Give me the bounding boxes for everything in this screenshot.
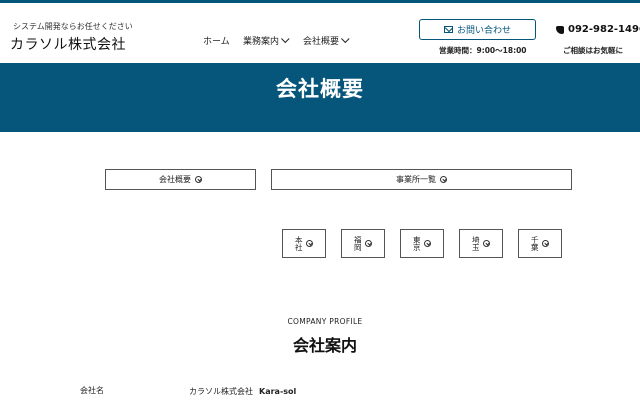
business-hours: 営業時間：9:00〜18:00 — [439, 46, 527, 55]
section-title: 会社案内 — [292, 336, 357, 355]
profile-row-label: 会社名 — [80, 386, 104, 395]
circle-arrow-down-icon — [483, 240, 491, 247]
tab-label: 会社概要 — [159, 175, 191, 184]
circle-arrow-down-icon — [440, 176, 447, 183]
office-button-fukuoka[interactable]: 福岡 — [341, 229, 385, 258]
logo-tagline: システム開発ならお任せください — [13, 22, 133, 31]
circle-arrow-down-icon — [424, 240, 432, 247]
site-header: システム開発ならお任せください カラソル株式会社 ホーム 業務案内 会社概要 お… — [0, 3, 640, 63]
phone-number-text: 092-982-1496 — [568, 24, 640, 35]
site-logo[interactable]: カラソル株式会社 — [10, 34, 126, 54]
office-button-saitama[interactable]: 埼玉 — [459, 229, 503, 258]
contact-button[interactable]: お問い合わせ — [419, 19, 536, 40]
office-label: 東京 — [412, 236, 422, 251]
office-label: 埼玉 — [471, 236, 481, 251]
circle-arrow-down-icon — [195, 176, 202, 183]
nav-item-home[interactable]: ホーム — [203, 34, 230, 47]
company-name-en: Kara-sol — [259, 387, 297, 396]
nav-item-label: ホーム — [203, 37, 230, 47]
section-eyebrow: COMPANY PROFILE — [287, 317, 363, 326]
circle-arrow-down-icon — [365, 240, 373, 247]
consult-note: ご相談はお気軽に — [563, 46, 623, 55]
office-label: 本社 — [294, 236, 304, 251]
circle-arrow-down-icon — [542, 240, 550, 247]
office-label: 千葉 — [530, 236, 540, 251]
tab-office-list[interactable]: 事業所一覧 — [271, 169, 572, 190]
page-title: 会社概要 — [276, 77, 364, 101]
nav-item-label: 会社概要 — [303, 37, 340, 47]
company-name-ja: カラソル株式会社 — [189, 387, 253, 396]
phone-number[interactable]: 092-982-1496 — [556, 24, 640, 35]
office-button-chiba[interactable]: 千葉 — [518, 229, 562, 258]
office-label: 福岡 — [353, 236, 363, 251]
chevron-down-icon — [281, 34, 290, 43]
nav-item-company[interactable]: 会社概要 — [303, 34, 350, 47]
nav-item-label: 業務案内 — [243, 37, 280, 47]
circle-arrow-down-icon — [306, 240, 314, 247]
nav-item-services[interactable]: 業務案内 — [243, 34, 290, 47]
tab-company-profile[interactable]: 会社概要 — [105, 169, 256, 190]
phone-icon — [556, 25, 564, 34]
profile-row-value: カラソル株式会社 Kara-sol — [189, 386, 296, 397]
chevron-down-icon — [341, 34, 350, 43]
office-button-honsha[interactable]: 本社 — [282, 229, 326, 258]
contact-button-label: お問い合わせ — [456, 26, 511, 36]
office-button-tokyo[interactable]: 東京 — [400, 229, 444, 258]
tab-label: 事業所一覧 — [396, 175, 436, 184]
mail-icon — [443, 26, 453, 33]
